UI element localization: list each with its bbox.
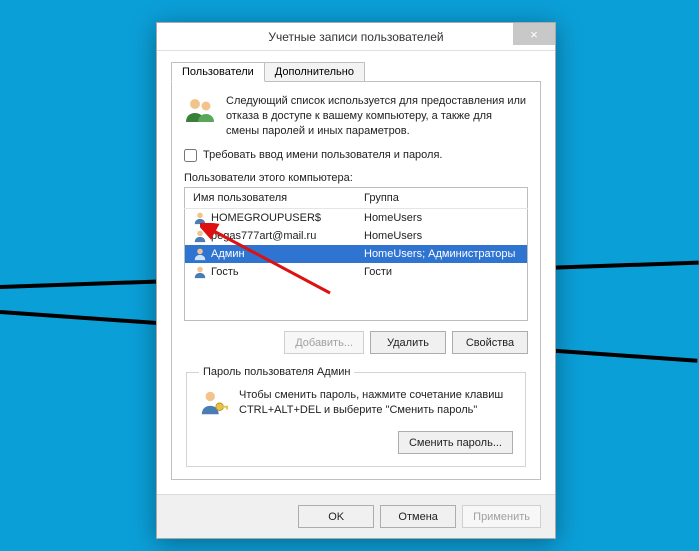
- table-row[interactable]: HOMEGROUPUSER$HomeUsers: [185, 208, 528, 227]
- cell-group: Гости: [356, 263, 528, 281]
- require-login-label[interactable]: Требовать ввод имени пользователя и паро…: [203, 149, 442, 161]
- add-button[interactable]: Добавить...: [284, 331, 364, 354]
- intro-text: Следующий список используется для предос…: [226, 94, 528, 139]
- table-row[interactable]: pegas777art@mail.ruHomeUsers: [185, 227, 528, 245]
- user-accounts-dialog: Учетные записи пользователей × Пользоват…: [156, 22, 556, 539]
- table-row[interactable]: ГостьГости: [185, 263, 528, 281]
- password-legend: Пароль пользователя Админ: [199, 366, 354, 378]
- user-list-label: Пользователи этого компьютера:: [184, 172, 528, 184]
- password-group: Пароль пользователя Админ Чтобы сменить …: [186, 366, 526, 467]
- titlebar: Учетные записи пользователей ×: [157, 23, 555, 51]
- ok-button[interactable]: OK: [298, 505, 374, 528]
- key-user-icon: [199, 388, 229, 421]
- cell-username: HOMEGROUPUSER$: [185, 209, 356, 227]
- tab-users[interactable]: Пользователи: [171, 62, 265, 82]
- user-list[interactable]: Имя пользователя Группа HOMEGROUPUSER$Ho…: [184, 187, 528, 322]
- cancel-button[interactable]: Отмена: [380, 505, 456, 528]
- require-login-checkbox[interactable]: [184, 149, 197, 162]
- tab-strip: Пользователи Дополнительно: [171, 62, 541, 82]
- close-icon: ×: [530, 27, 538, 42]
- apply-button[interactable]: Применить: [462, 505, 541, 528]
- cell-group: HomeUsers: [356, 227, 528, 245]
- window-title: Учетные записи пользователей: [268, 30, 443, 44]
- col-username[interactable]: Имя пользователя: [185, 187, 357, 208]
- dialog-footer: OK Отмена Применить: [157, 494, 555, 538]
- cell-group: HomeUsers; Администраторы: [356, 245, 528, 263]
- cell-username: Админ: [185, 245, 356, 263]
- tab-advanced[interactable]: Дополнительно: [264, 62, 365, 82]
- cell-group: HomeUsers: [356, 208, 528, 227]
- table-row[interactable]: АдминHomeUsers; Администраторы: [185, 245, 528, 263]
- change-password-button[interactable]: Сменить пароль...: [398, 431, 513, 454]
- remove-button[interactable]: Удалить: [370, 331, 446, 354]
- close-button[interactable]: ×: [513, 23, 555, 45]
- col-group[interactable]: Группа: [356, 187, 528, 208]
- properties-button[interactable]: Свойства: [452, 331, 528, 354]
- cell-username: pegas777art@mail.ru: [185, 227, 356, 245]
- password-text: Чтобы сменить пароль, нажмите сочетание …: [239, 388, 513, 418]
- cell-username: Гость: [185, 263, 356, 281]
- tab-page-users: Следующий список используется для предос…: [171, 81, 541, 480]
- users-icon: [184, 94, 216, 139]
